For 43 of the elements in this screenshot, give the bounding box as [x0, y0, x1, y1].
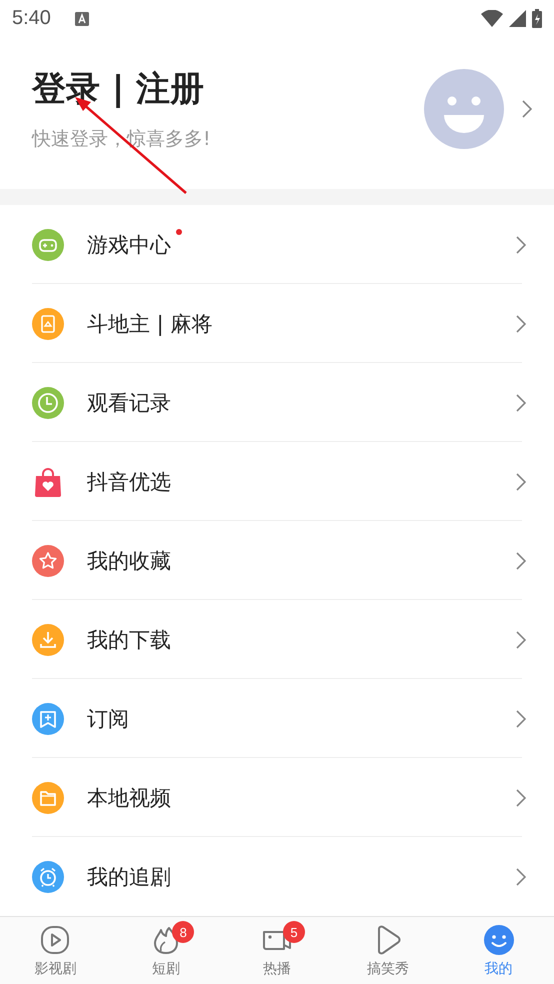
menu-item[interactable]: 订阅 — [0, 679, 554, 758]
menu-item[interactable]: 我的追剧 — [0, 837, 554, 916]
menu-label: 观看记录 — [87, 390, 171, 417]
smiley-icon — [482, 924, 515, 956]
chevron-icon — [516, 788, 526, 807]
menu-label: 订阅 — [87, 706, 129, 733]
chevron-icon — [516, 710, 526, 728]
menu-label: 抖音优选 — [87, 468, 171, 496]
chevron-icon — [516, 472, 526, 491]
menu-item[interactable]: 我的下载 — [0, 600, 554, 680]
avatar-icon[interactable] — [424, 68, 504, 149]
chevron-icon — [516, 868, 526, 886]
menu-label: 我的收藏 — [87, 548, 171, 575]
status-time: 5:40 — [12, 7, 51, 30]
tab-button[interactable]: 搞笑秀 — [332, 917, 444, 984]
menu-item[interactable]: 抖音优选 — [0, 442, 554, 522]
keyboard-icon — [74, 12, 89, 26]
signal-icon — [509, 10, 526, 28]
login-subtitle: 快速登录，惊喜多多! — [32, 126, 211, 152]
chevron-icon — [516, 630, 526, 649]
tab-button[interactable]: 热播 5 — [222, 917, 332, 984]
count-badge: 8 — [172, 921, 194, 944]
battery-icon — [532, 9, 542, 28]
menu-label: 我的下载 — [87, 626, 171, 654]
menu-label: 游戏中心 — [87, 232, 171, 259]
chevron-icon — [516, 236, 526, 254]
chevron-icon — [516, 394, 526, 412]
menu-item[interactable]: 斗地主 | 麻将 — [0, 284, 554, 364]
menu-label: 斗地主 | 麻将 — [87, 310, 212, 338]
play-icon — [39, 924, 72, 956]
tab-button[interactable]: 影视剧 — [0, 917, 111, 984]
menu-label: 本地视频 — [87, 784, 171, 812]
menu-item[interactable]: 本地视频 — [0, 758, 554, 838]
count-badge: 5 — [282, 921, 305, 944]
tab-button[interactable]: 短剧 8 — [110, 917, 222, 984]
menu-label: 我的追剧 — [87, 864, 171, 891]
menu-item[interactable]: 观看记录 — [0, 363, 554, 442]
menu-item[interactable]: 我的收藏 — [0, 521, 554, 600]
menu-item[interactable]: 游戏中心 — [0, 205, 554, 284]
chevron-icon — [522, 100, 532, 118]
wifi-icon — [481, 10, 503, 28]
chevron-icon — [516, 314, 526, 333]
chevron-icon — [516, 552, 526, 570]
